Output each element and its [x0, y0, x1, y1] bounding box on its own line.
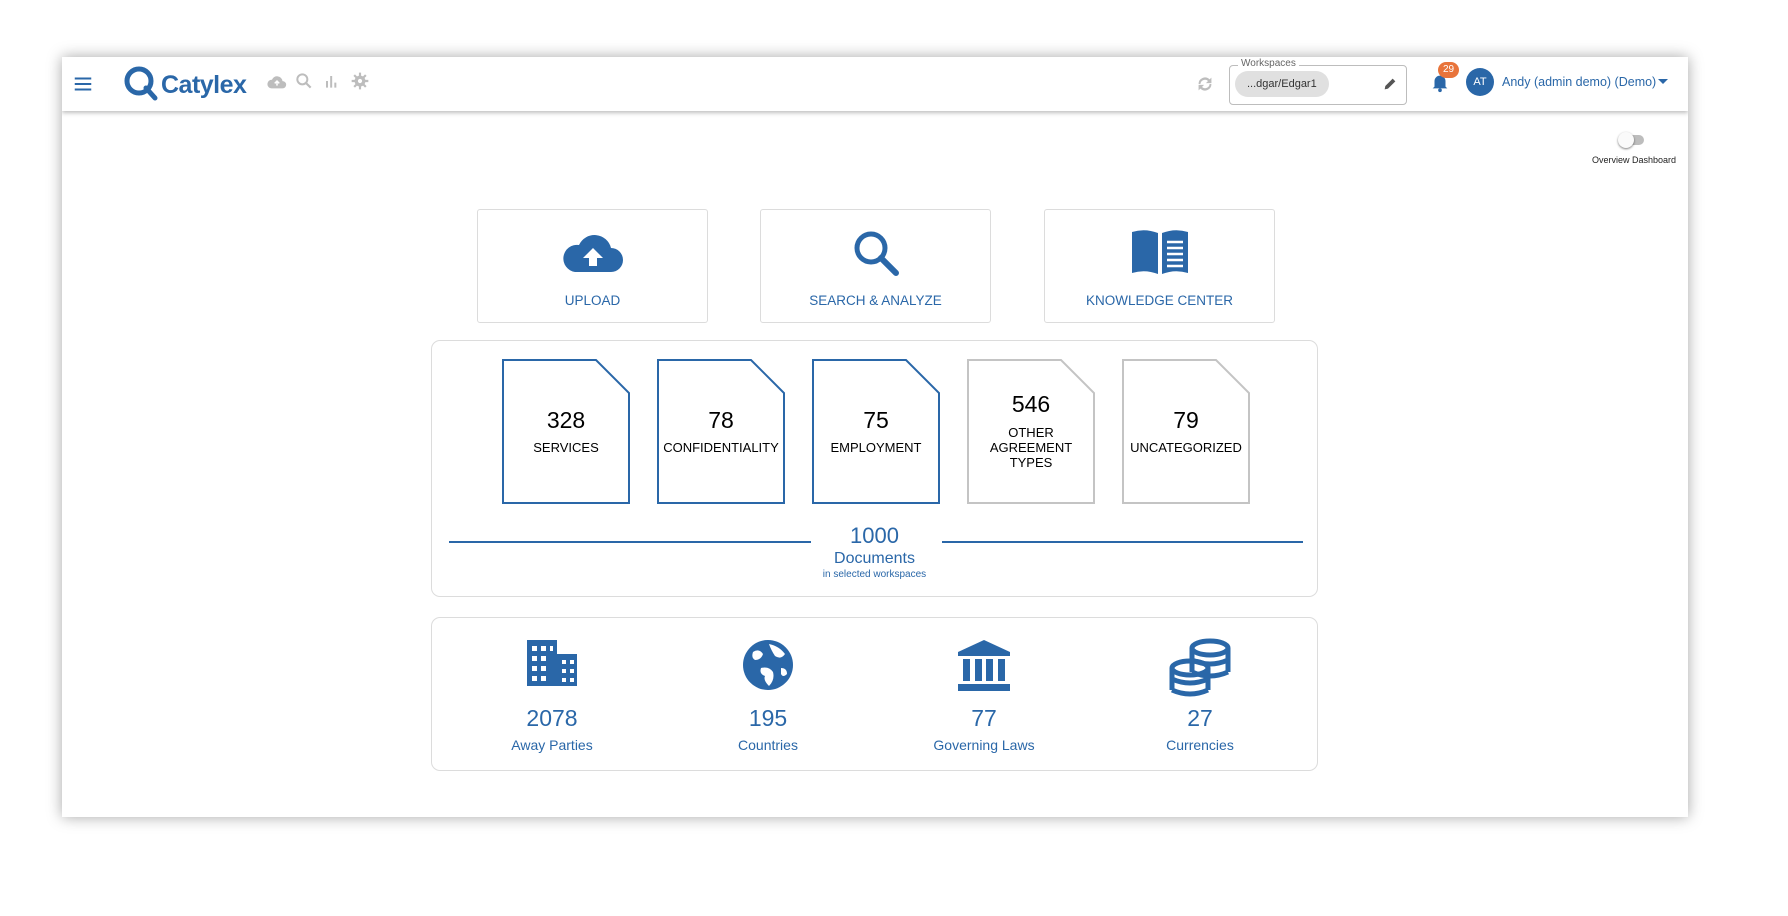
refresh-icon[interactable] [1194, 73, 1216, 95]
building-icon [527, 640, 577, 686]
logo-q-icon [122, 64, 160, 107]
search-icon[interactable] [294, 71, 316, 93]
app-name: Catylex [161, 71, 247, 99]
cloud-upload-icon [562, 235, 623, 272]
stat-value: 77 [971, 705, 997, 731]
stat-value: 27 [1187, 705, 1213, 731]
workspace-label: Workspaces [1238, 58, 1299, 69]
documents-panel: 328 SERVICES 78 CONFIDENTIALITY 75 EMPLO… [431, 340, 1318, 597]
overview-dashboard-label: Overview Dashboard [1592, 155, 1677, 165]
stat-away-parties[interactable]: 2078 Away Parties [452, 618, 652, 770]
doc-label: CONFIDENTIALITY [663, 440, 779, 455]
search-analyze-card[interactable]: SEARCH & ANALYZE [760, 209, 991, 323]
bank-icon [958, 640, 1010, 691]
doc-label: SERVICES [533, 440, 599, 455]
search-analyze-label: SEARCH & ANALYZE [809, 293, 942, 308]
doc-label: UNCATEGORIZED [1130, 440, 1242, 455]
edit-pencil-icon[interactable] [1382, 76, 1400, 94]
bar-chart-icon[interactable] [322, 71, 344, 93]
book-icon [1131, 230, 1188, 274]
search-icon [854, 231, 899, 276]
documents-total-label: Documents [834, 550, 915, 567]
coins-icon [1169, 638, 1231, 697]
stat-label: Governing Laws [933, 737, 1035, 753]
documents-total: 1000 [850, 523, 899, 548]
doc-label-line: TYPES [1009, 455, 1053, 470]
overview-dashboard-toggle[interactable] [1618, 132, 1644, 148]
stat-value: 2078 [526, 705, 578, 731]
doc-category-employment[interactable]: 75 EMPLOYMENT [812, 359, 940, 504]
stats-panel: 2078 Away Parties 195 Countries 77 Gover… [431, 617, 1318, 771]
upload-label: UPLOAD [564, 293, 621, 308]
globe-icon [743, 640, 793, 690]
stat-label: Countries [738, 737, 798, 753]
knowledge-center-label: KNOWLEDGE CENTER [1085, 293, 1234, 308]
toolbar-icons [266, 71, 372, 93]
stat-currencies[interactable]: 27 Currencies [1100, 618, 1300, 770]
doc-count: 78 [708, 407, 734, 433]
toggle-knob [1618, 132, 1634, 148]
stat-label: Away Parties [511, 737, 593, 753]
app-logo[interactable]: Catylex [122, 64, 247, 107]
doc-category-services[interactable]: 328 SERVICES [502, 359, 630, 504]
app-window: Catylex Workspaces ...dgar/Edgar1 29 AT … [62, 57, 1688, 817]
doc-count: 75 [863, 407, 889, 433]
stat-governing-laws[interactable]: 77 Governing Laws [884, 618, 1084, 770]
hamburger-menu-icon[interactable] [72, 73, 94, 95]
doc-category-confidentiality[interactable]: 78 CONFIDENTIALITY [657, 359, 785, 504]
settings-icon[interactable] [350, 71, 372, 93]
doc-label: OTHER AGREEMENT TYPES [971, 425, 1091, 470]
doc-category-other-agreement-types[interactable]: 546 OTHER AGREEMENT TYPES [967, 359, 1095, 504]
user-avatar[interactable]: AT [1466, 68, 1494, 96]
stat-countries[interactable]: 195 Countries [668, 618, 868, 770]
doc-label-line: OTHER [1008, 425, 1054, 440]
doc-count: 79 [1173, 407, 1199, 433]
stat-label: Currencies [1166, 737, 1234, 753]
upload-card[interactable]: UPLOAD [477, 209, 708, 323]
doc-label: EMPLOYMENT [830, 440, 922, 455]
workspace-selector[interactable]: Workspaces ...dgar/Edgar1 [1229, 58, 1407, 105]
doc-count: 546 [1011, 391, 1051, 417]
top-bar: Catylex Workspaces ...dgar/Edgar1 29 AT … [62, 57, 1688, 111]
upload-cloud-icon[interactable] [266, 71, 288, 93]
knowledge-center-card[interactable]: KNOWLEDGE CENTER [1044, 209, 1275, 323]
doc-category-uncategorized[interactable]: 79 UNCATEGORIZED [1122, 359, 1250, 504]
stat-value: 195 [748, 705, 788, 731]
chevron-down-icon[interactable] [1658, 79, 1668, 84]
notification-count-badge: 29 [1438, 62, 1460, 78]
workspace-chip[interactable]: ...dgar/Edgar1 [1235, 71, 1329, 97]
doc-count: 328 [546, 407, 586, 433]
user-menu[interactable]: Andy (admin demo) (Demo) [1502, 75, 1656, 89]
doc-label-line: AGREEMENT [989, 440, 1073, 455]
documents-total-sub: in selected workspaces [822, 569, 927, 580]
